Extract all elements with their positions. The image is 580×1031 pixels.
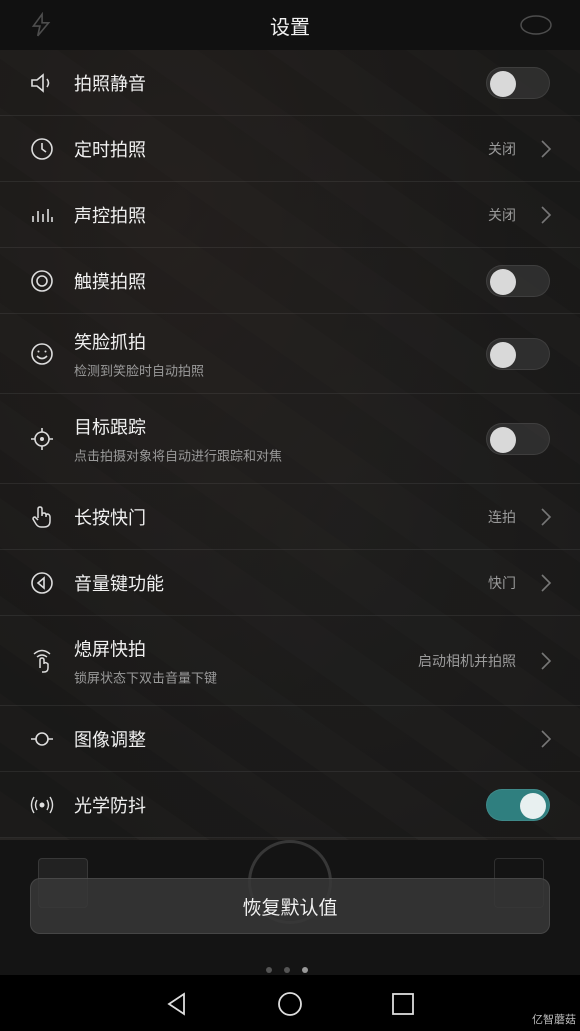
page-title: 设置 — [270, 14, 310, 39]
setting-value: 快门 — [488, 575, 516, 592]
recents-icon[interactable] — [390, 991, 416, 1017]
page-dot — [266, 967, 272, 973]
touch-circle-icon — [28, 267, 56, 295]
setting-label: 触摸拍照 — [74, 271, 146, 293]
page-indicator — [266, 967, 308, 973]
setting-description: 锁屏状态下双击音量下键 — [74, 671, 218, 686]
setting-value: 连拍 — [488, 509, 516, 526]
setting-label: 拍照静音 — [74, 73, 146, 95]
setting-value: 启动相机并拍照 — [418, 653, 516, 670]
setting-description: 点击拍摄对象将自动进行跟踪和对焦 — [74, 449, 283, 464]
chevron-right-icon — [541, 205, 552, 224]
watermark: 亿智蘑菇 — [532, 1013, 576, 1026]
setting-label: 长按快门 — [74, 507, 146, 529]
smile-capture-toggle[interactable] — [486, 337, 550, 370]
mode-icon[interactable] — [518, 12, 554, 38]
page-dot — [284, 967, 290, 973]
settings-list: 拍照静音 定时拍照 关闭 声控拍照 关闭 触摸拍照 笑脸抓拍 检测到笑脸时自动拍… — [0, 50, 580, 838]
setting-timer[interactable]: 定时拍照 关闭 — [0, 116, 580, 182]
toggle-knob — [490, 268, 516, 295]
setting-optical-stabilization[interactable]: 光学防抖 — [0, 772, 580, 838]
setting-smile-capture[interactable]: 笑脸抓拍 检测到笑脸时自动拍照 — [0, 314, 580, 394]
toggle-knob — [490, 341, 516, 368]
setting-label: 图像调整 — [74, 729, 146, 751]
setting-shutter-mute[interactable]: 拍照静音 — [0, 50, 580, 116]
chevron-right-icon — [541, 507, 552, 526]
setting-long-press-shutter[interactable]: 长按快门 连拍 — [0, 484, 580, 550]
chevron-right-icon — [541, 651, 552, 670]
object-tracking-toggle[interactable] — [486, 422, 550, 455]
timer-icon — [28, 135, 56, 163]
setting-label: 定时拍照 — [74, 139, 146, 161]
title-bar: 设置 — [0, 0, 580, 50]
setting-label: 目标跟踪 — [74, 417, 146, 438]
chevron-right-icon — [541, 729, 552, 748]
setting-value: 关闭 — [488, 141, 516, 158]
stabilization-icon — [28, 791, 56, 819]
toggle-knob — [490, 426, 516, 453]
setting-label: 声控拍照 — [74, 205, 146, 227]
chevron-right-icon — [541, 573, 552, 592]
screen-off-tap-icon — [28, 647, 56, 675]
page-dot-active — [302, 967, 308, 973]
flash-icon[interactable] — [28, 12, 54, 38]
setting-label: 熄屏快拍 — [74, 639, 146, 660]
setting-image-adjust[interactable]: 图像调整 — [0, 706, 580, 772]
setting-description: 检测到笑脸时自动拍照 — [74, 364, 205, 379]
setting-touch-capture[interactable]: 触摸拍照 — [0, 248, 580, 314]
optical-stabilization-toggle[interactable] — [486, 788, 550, 821]
volume-key-icon — [28, 569, 56, 597]
toggle-knob — [520, 792, 546, 819]
home-icon[interactable] — [277, 991, 303, 1017]
toggle-knob — [490, 70, 516, 97]
setting-screen-off-snapshot[interactable]: 熄屏快拍 锁屏状态下双击音量下键 启动相机并拍照 — [0, 616, 580, 706]
shutter-mute-toggle[interactable] — [486, 66, 550, 99]
back-icon[interactable] — [164, 991, 190, 1017]
setting-label: 音量键功能 — [74, 573, 164, 595]
smile-icon — [28, 340, 56, 368]
setting-volume-key[interactable]: 音量键功能 快门 — [0, 550, 580, 616]
hand-press-icon — [28, 503, 56, 531]
setting-label: 光学防抖 — [74, 795, 146, 817]
navigation-bar: 亿智蘑菇 — [0, 975, 580, 1031]
audio-bars-icon — [28, 201, 56, 229]
chevron-right-icon — [541, 139, 552, 158]
setting-voice-capture[interactable]: 声控拍照 关闭 — [0, 182, 580, 248]
setting-label: 笑脸抓拍 — [74, 332, 146, 353]
crosshair-icon — [28, 425, 56, 453]
touch-capture-toggle[interactable] — [486, 264, 550, 297]
speaker-mute-icon — [28, 69, 56, 97]
setting-value: 关闭 — [488, 207, 516, 224]
image-adjust-icon — [28, 725, 56, 753]
reset-defaults-button[interactable]: 恢复默认值 — [30, 878, 550, 934]
setting-object-tracking[interactable]: 目标跟踪 点击拍摄对象将自动进行跟踪和对焦 — [0, 394, 580, 484]
